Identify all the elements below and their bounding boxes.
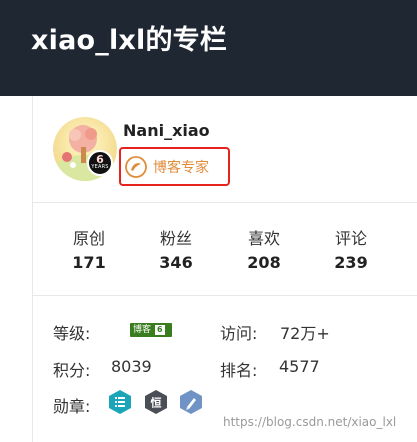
stat-value: 208 — [247, 253, 281, 272]
username[interactable]: Nani_xiao — [123, 121, 210, 140]
points-label: 积分: — [53, 361, 91, 380]
expert-badge[interactable]: 博客专家 — [119, 147, 230, 186]
stat-label: 评论 — [334, 229, 367, 248]
stat-value: 171 — [72, 253, 106, 272]
level-badge-text: 博客 — [133, 325, 152, 335]
rank-value: 4577 — [279, 357, 320, 376]
level-label: 等级: — [53, 324, 91, 343]
stat-fans[interactable]: 粉丝 346 — [146, 225, 206, 272]
list-medal-icon[interactable] — [108, 389, 132, 415]
rank-label: 排名: — [220, 361, 258, 380]
blog-header: xiao_lxl的专栏 — [0, 0, 417, 96]
expert-label: 博客专家 — [153, 160, 209, 176]
divider — [33, 295, 417, 296]
stat-likes[interactable]: 喜欢 208 — [234, 225, 294, 272]
blog-title[interactable]: xiao_lxl的专栏 — [31, 18, 227, 57]
expert-icon — [125, 156, 147, 178]
persistence-medal-icon[interactable]: 恒 — [144, 389, 168, 415]
visits-label: 访问: — [220, 324, 258, 343]
divider — [33, 202, 417, 203]
watermark: https://blog.csdn.net/xiao_lxl — [223, 415, 397, 429]
medals-label: 勋章: — [53, 397, 91, 416]
profile-card: 6 YEARS Nani_xiao 博客专家 原创 171 粉丝 346 喜欢 … — [32, 96, 417, 442]
level-badge-number: 6 — [155, 325, 165, 335]
svg-text:恒: 恒 — [151, 396, 162, 410]
stat-label: 喜欢 — [247, 229, 280, 248]
stat-label: 原创 — [72, 229, 105, 248]
years-label: YEARS — [91, 164, 109, 170]
pen-medal-icon[interactable] — [179, 389, 203, 415]
stat-label: 粉丝 — [159, 229, 192, 248]
stat-value: 346 — [159, 253, 193, 272]
visits-value: 72万+ — [280, 324, 330, 343]
stat-comments[interactable]: 评论 239 — [321, 225, 381, 272]
points-value: 8039 — [111, 357, 152, 376]
level-badge[interactable]: 博客 6 — [130, 323, 172, 337]
years-badge: 6 YEARS — [87, 150, 113, 176]
stat-value: 239 — [334, 253, 368, 272]
stat-original[interactable]: 原创 171 — [59, 225, 119, 272]
